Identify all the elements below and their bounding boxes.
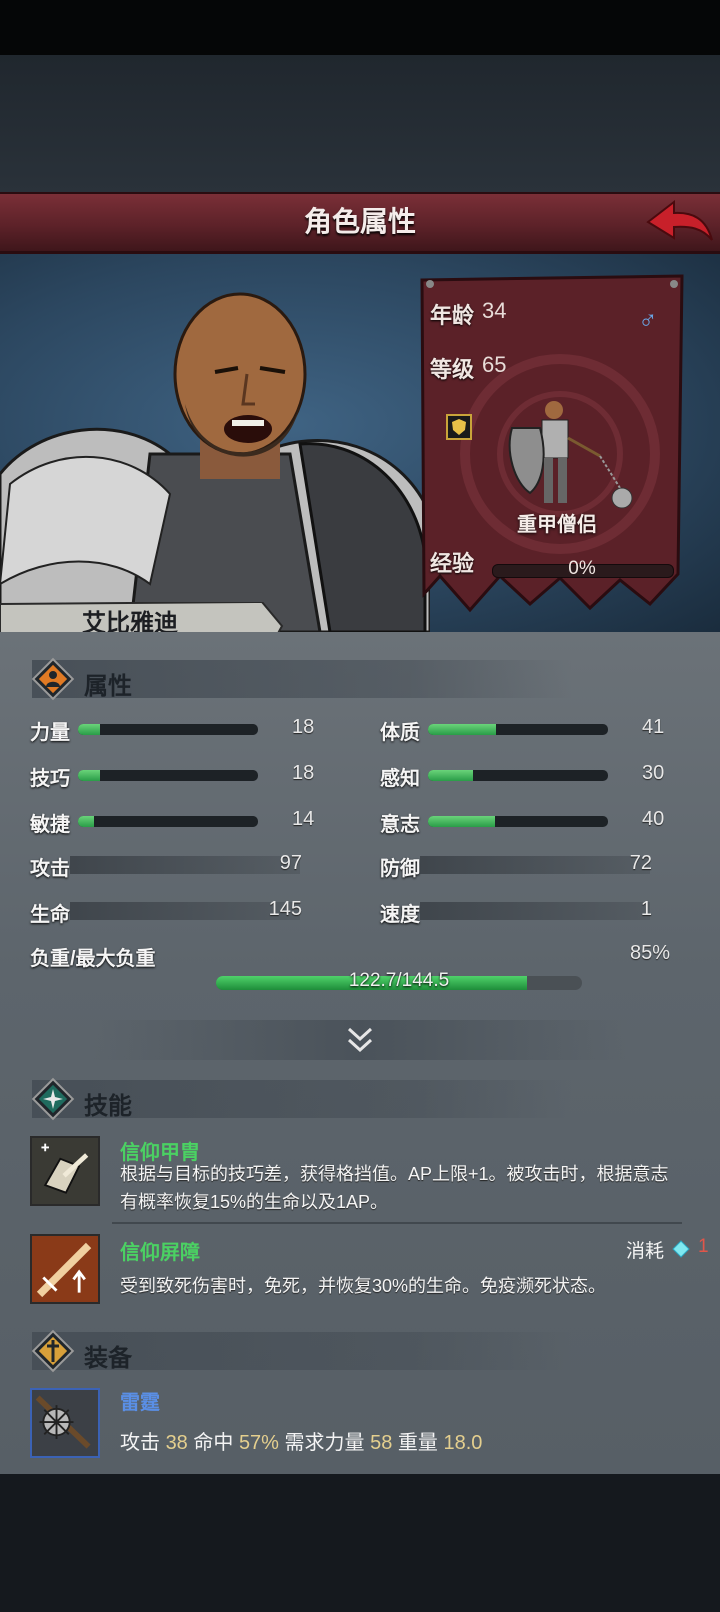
weight-label: 重量 <box>397 1432 438 1454</box>
attribute-value: 18 <box>292 762 315 784</box>
expand-button[interactable] <box>90 1020 630 1060</box>
hit-label: 命中 <box>193 1432 234 1454</box>
stat-value: 97 <box>279 852 302 874</box>
stat-value: 72 <box>629 852 652 874</box>
stat-value: 1 <box>640 898 652 920</box>
skill-name: 信仰屏障 <box>120 1242 200 1264</box>
attribute-bar <box>78 770 258 781</box>
attributes-title: 属性 <box>84 673 132 700</box>
attack-label: 攻击 <box>120 1432 160 1454</box>
weapon-stats: 攻击 38 命中 57% 需求力量 58 重量 18.0 <box>120 1426 482 1455</box>
attribute-value: 41 <box>642 716 665 738</box>
attribute-label: 意志 <box>380 814 420 836</box>
attribute-value: 40 <box>642 808 665 830</box>
skill-divider <box>112 1222 682 1224</box>
character-portrait <box>0 292 430 632</box>
attribute-label: 感知 <box>380 768 420 790</box>
faith-armor-skill-icon[interactable] <box>30 1136 100 1206</box>
attribute-label: 力量 <box>30 722 70 744</box>
attribute-bar <box>428 816 608 827</box>
class-name: 重甲僧侣 <box>517 514 597 536</box>
load-value: 122.7/144.5 <box>348 970 450 991</box>
top-black-bar <box>0 0 720 55</box>
cost-label: 消耗 <box>626 1241 665 1262</box>
attribute-value: 14 <box>292 808 315 830</box>
skill-description: 根据与目标的技巧差，获得格挡值。AP上限+1。被攻击时，根据意志 有概率恢复15… <box>120 1160 680 1216</box>
page-title: 角色属性 <box>303 206 416 237</box>
attribute-label: 体质 <box>380 722 420 744</box>
level-label: 等级 <box>430 357 475 382</box>
mace-weapon-icon[interactable] <box>30 1388 100 1458</box>
attribute-bar <box>78 816 258 827</box>
back-arrow-icon[interactable] <box>644 200 714 244</box>
stat-label: 防御 <box>380 858 420 880</box>
age-value: 34 <box>482 298 507 323</box>
skill-description-line-1: 根据与目标的技巧差，获得格挡值。AP上限+1。被攻击时，根据意志 <box>120 1164 669 1184</box>
equipment-title: 装备 <box>84 1345 132 1372</box>
stat-value: 145 <box>268 898 302 920</box>
load-label: 负重/最大负重 <box>30 948 156 970</box>
attribute-label: 敏捷 <box>30 814 70 836</box>
skills-icon <box>31 1077 75 1121</box>
equipment-icon <box>31 1329 75 1373</box>
attribute-value: 30 <box>642 762 665 784</box>
attribute-bar <box>78 724 258 735</box>
header-backdrop <box>0 55 720 195</box>
male-icon: ♂ <box>638 304 658 334</box>
class-figure <box>508 401 633 509</box>
skill-description-line-2: 有概率恢复15%的生命以及1AP。 <box>120 1192 389 1212</box>
level-value: 65 <box>482 352 507 377</box>
attribute-label: 技巧 <box>30 768 70 790</box>
attribute-value: 18 <box>292 716 315 738</box>
title-bar: 角色属性 <box>0 192 720 254</box>
chevron-down-icon <box>347 1027 373 1053</box>
exp-label: 经验 <box>430 551 475 576</box>
shield-badge-icon[interactable] <box>446 414 472 440</box>
bottom-backdrop <box>0 1474 720 1612</box>
attributes-icon <box>31 657 75 701</box>
faith-barrier-skill-icon[interactable] <box>30 1234 100 1304</box>
strength-requirement-label: 需求力量 <box>284 1432 365 1454</box>
attribute-bar <box>428 724 608 735</box>
skill-description: 受到致死伤害时，免死，并恢复30%的生命。免疫濒死状态。 <box>120 1276 607 1296</box>
skills-title: 技能 <box>84 1093 132 1120</box>
hit-value: 57% <box>238 1432 279 1454</box>
stat-label: 生命 <box>30 904 70 926</box>
weapon-name: 雷霆 <box>120 1392 160 1414</box>
attribute-bar <box>428 770 608 781</box>
exp-value: 0% <box>568 558 596 579</box>
stat-label: 速度 <box>380 904 420 926</box>
age-label: 年龄 <box>430 303 475 328</box>
stat-label: 攻击 <box>30 858 70 880</box>
attack-value: 38 <box>165 1432 188 1454</box>
diamond-icon <box>672 1240 690 1258</box>
load-percent: 85% <box>629 942 670 964</box>
cost-value: 1 <box>698 1236 709 1257</box>
strength-requirement-value: 58 <box>370 1432 393 1454</box>
weight-value: 18.0 <box>443 1432 483 1454</box>
